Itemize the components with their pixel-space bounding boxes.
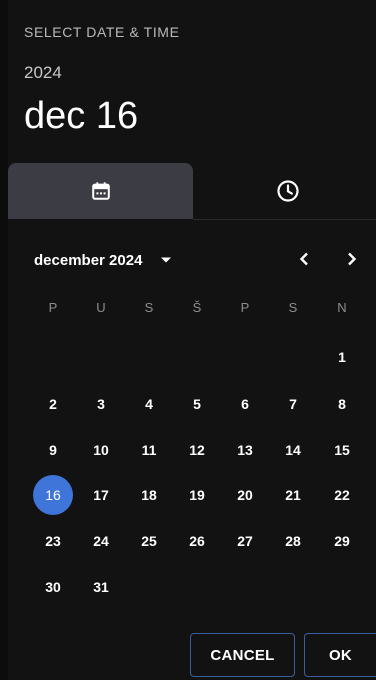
day-cell-selected[interactable]: 16 [33, 475, 73, 515]
weekday-label: S [288, 300, 298, 315]
chevron-left-icon [299, 252, 308, 266]
tab-date[interactable] [8, 163, 193, 219]
day-cell[interactable]: 25 [129, 521, 169, 561]
weekday-label: N [337, 300, 347, 315]
weekday-label: U [96, 300, 106, 315]
day-cell[interactable]: 4 [129, 384, 169, 424]
day-cell[interactable]: 26 [177, 521, 217, 561]
day-cell[interactable]: 21 [273, 475, 313, 515]
day-cell[interactable]: 7 [273, 384, 313, 424]
weekday-label: Š [192, 300, 202, 315]
header-title: SELECT DATE & TIME [24, 24, 180, 40]
day-cell[interactable]: 13 [225, 430, 265, 470]
day-cell[interactable]: 24 [81, 521, 121, 561]
day-cell[interactable]: 8 [322, 384, 362, 424]
day-cell[interactable]: 12 [177, 430, 217, 470]
window-edge [0, 0, 8, 680]
day-cell[interactable]: 5 [177, 384, 217, 424]
selected-year[interactable]: 2024 [24, 63, 62, 83]
day-cell[interactable]: 19 [177, 475, 217, 515]
next-month-button[interactable] [338, 246, 366, 272]
day-cell[interactable]: 17 [81, 475, 121, 515]
weekday-label: S [144, 300, 154, 315]
cancel-button[interactable]: CANCEL [190, 633, 295, 677]
date-time-picker: SELECT DATE & TIME 2024 dec 16 december … [0, 0, 376, 680]
dropdown-arrow-icon [160, 256, 172, 264]
month-label: december 2024 [34, 251, 143, 269]
day-cell[interactable]: 20 [225, 475, 265, 515]
day-cell[interactable]: 2 [33, 384, 73, 424]
weekday-label: P [240, 300, 250, 315]
weekday-label: P [48, 300, 58, 315]
day-cell[interactable]: 9 [33, 430, 73, 470]
day-cell[interactable]: 28 [273, 521, 313, 561]
day-cell[interactable]: 30 [33, 567, 73, 607]
tab-divider [193, 219, 376, 220]
day-cell[interactable]: 14 [273, 430, 313, 470]
weekday-header: P U S Š P S N [0, 300, 376, 320]
day-cell[interactable]: 10 [81, 430, 121, 470]
day-cell[interactable]: 3 [81, 384, 121, 424]
clock-icon [277, 180, 299, 202]
calendar-icon [91, 182, 110, 200]
month-year-selector[interactable]: december 2024 [34, 249, 172, 271]
day-cell[interactable]: 23 [33, 521, 73, 561]
previous-month-button[interactable] [290, 246, 318, 272]
day-cell[interactable]: 27 [225, 521, 265, 561]
selected-date[interactable]: dec 16 [24, 97, 138, 135]
chevron-right-icon [348, 252, 357, 266]
tab-time[interactable] [200, 163, 376, 219]
day-cell[interactable]: 18 [129, 475, 169, 515]
day-cell[interactable]: 29 [322, 521, 362, 561]
day-cell[interactable]: 1 [322, 337, 362, 377]
ok-button[interactable]: OK [304, 633, 376, 677]
day-cell[interactable]: 11 [129, 430, 169, 470]
day-cell[interactable]: 6 [225, 384, 265, 424]
day-cell[interactable]: 15 [322, 430, 362, 470]
day-cell[interactable]: 31 [81, 567, 121, 607]
day-cell[interactable]: 22 [322, 475, 362, 515]
